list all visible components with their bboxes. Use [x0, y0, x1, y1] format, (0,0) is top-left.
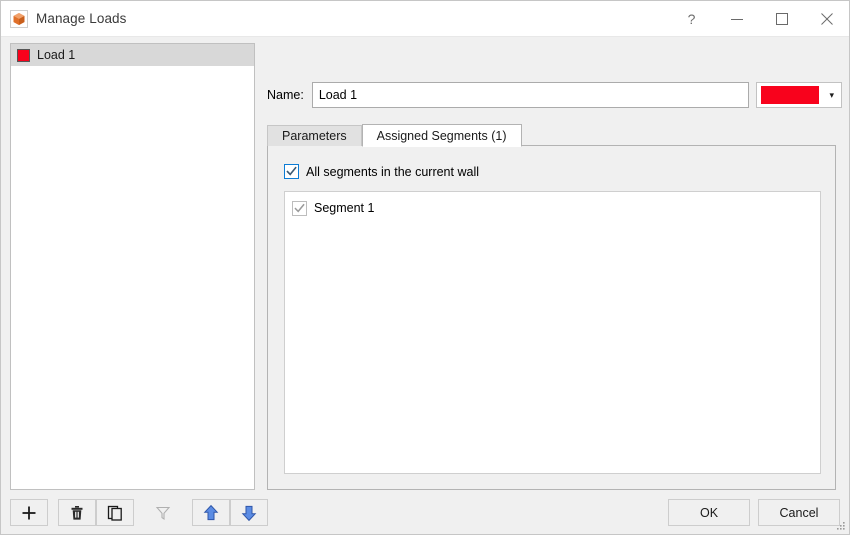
segment-label: Segment 1 [314, 201, 375, 215]
minimize-button[interactable] [714, 1, 759, 36]
tab-bar: Parameters Assigned Segments (1) [267, 123, 522, 147]
maximize-button[interactable] [759, 1, 804, 36]
list-item[interactable]: Segment 1 [285, 197, 820, 219]
delete-load-button[interactable] [58, 499, 96, 526]
move-up-button[interactable] [192, 499, 230, 526]
name-input[interactable] [311, 82, 749, 108]
duplicate-icon [107, 505, 122, 521]
trash-icon [71, 505, 83, 520]
help-icon: ? [687, 10, 696, 27]
resize-grip-icon [837, 522, 845, 530]
all-segments-checkbox[interactable]: All segments in the current wall [284, 164, 479, 179]
load-color-swatch [17, 48, 30, 62]
maximize-icon [775, 12, 788, 25]
dialog-buttons: OK Cancel [668, 499, 840, 526]
window-title: Manage Loads [36, 11, 127, 26]
filter-button[interactable] [144, 499, 182, 526]
duplicate-load-button[interactable] [96, 499, 134, 526]
resize-grip[interactable] [834, 519, 846, 531]
list-item[interactable]: Load 1 [11, 44, 254, 66]
name-label: Name: [267, 88, 304, 102]
arrow-down-icon [241, 505, 257, 521]
loads-toolbar [10, 499, 268, 526]
cancel-button[interactable]: Cancel [758, 499, 840, 526]
checkbox-checked-icon [284, 164, 299, 179]
dialog-body: Load 1 Name: Load 1 ▾ Parameters Assigne… [1, 37, 849, 534]
close-button[interactable] [804, 1, 849, 36]
arrow-up-icon [203, 504, 219, 520]
window-controls: ? [669, 1, 849, 36]
add-load-button[interactable] [10, 499, 48, 526]
ok-button[interactable]: OK [668, 499, 750, 526]
move-down-button[interactable] [230, 499, 268, 526]
checkbox-checked-disabled-icon [292, 200, 307, 216]
tab-parameters-label: Parameters [282, 129, 347, 143]
assigned-segments-panel: All segments in the current wall Segment… [267, 145, 836, 490]
tab-parameters[interactable]: Parameters [267, 125, 362, 146]
load-label: Load 1 [37, 48, 76, 62]
segments-list[interactable]: Segment 1 [284, 191, 821, 474]
minimize-icon [730, 18, 743, 20]
color-dropdown[interactable]: ▾ [756, 82, 842, 108]
cancel-button-label: Cancel [779, 505, 819, 520]
tab-assigned-segments-label: Assigned Segments (1) [376, 128, 507, 143]
color-swatch [761, 86, 819, 104]
chevron-down-icon: ▾ [829, 89, 834, 100]
filter-icon [155, 506, 171, 520]
name-row: Name: ▾ [267, 82, 842, 108]
close-icon [820, 12, 833, 25]
cube-icon [10, 9, 28, 28]
title-bar: Manage Loads ? [1, 1, 849, 37]
plus-icon [22, 506, 36, 519]
help-button[interactable]: ? [669, 1, 714, 36]
ok-button-label: OK [699, 505, 719, 520]
all-segments-label: All segments in the current wall [306, 164, 479, 179]
loads-list[interactable]: Load 1 [10, 43, 255, 490]
manage-loads-dialog: Manage Loads ? Load 1 Name: Load 1 ▾ Par… [0, 0, 850, 535]
tab-assigned-segments[interactable]: Assigned Segments (1) [361, 124, 522, 147]
